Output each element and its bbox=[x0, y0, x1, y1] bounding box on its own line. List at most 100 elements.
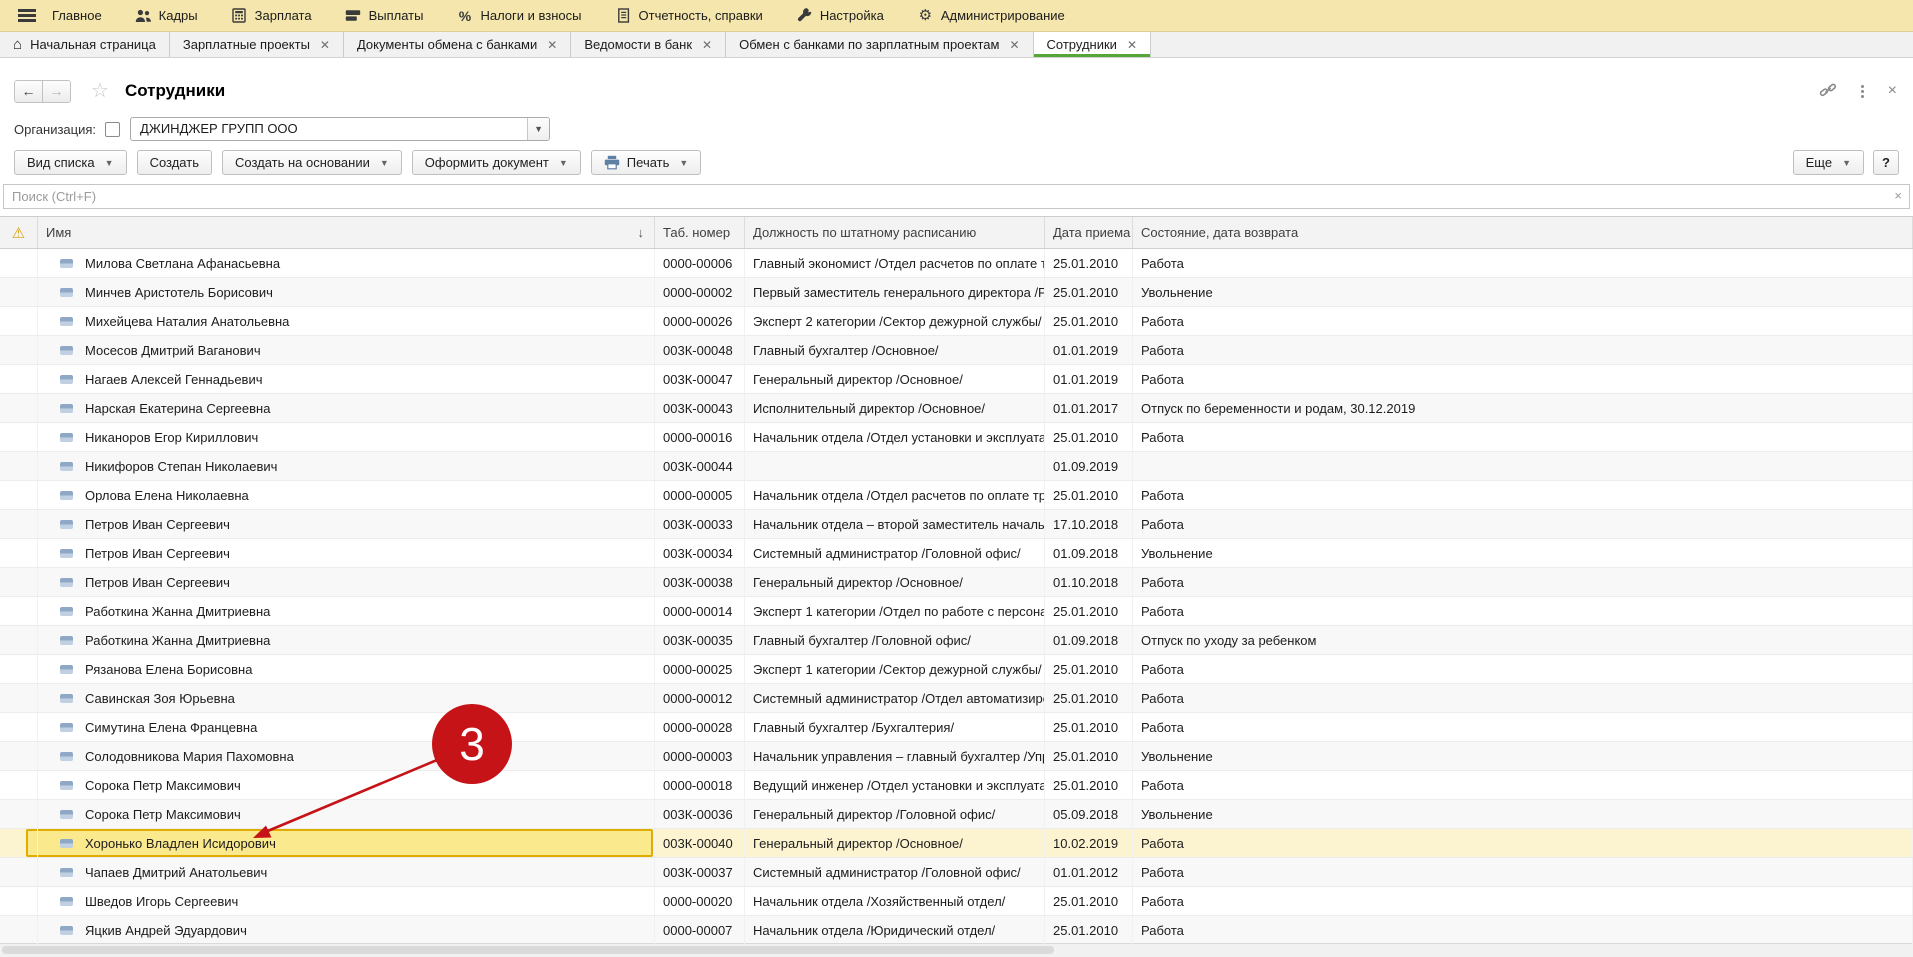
cell-state: Работа bbox=[1133, 829, 1913, 857]
forward-button[interactable]: → bbox=[43, 81, 70, 102]
menu-item-nastroyka[interactable]: Настройка bbox=[796, 8, 884, 24]
more-button[interactable]: Еще▼ bbox=[1793, 150, 1864, 175]
cell-warning bbox=[0, 887, 38, 915]
table-row[interactable]: Чапаев Дмитрий Анатольевич003К-00037Сист… bbox=[0, 858, 1913, 887]
table-row[interactable]: Шведов Игорь Сергеевич0000-00020Начальни… bbox=[0, 887, 1913, 916]
table-row[interactable]: Никифоров Степан Николаевич003К-0004401.… bbox=[0, 452, 1913, 481]
cell-name: Симутина Елена Францевна bbox=[38, 713, 655, 741]
table-row[interactable]: Сорока Петр Максимович003К-00036Генераль… bbox=[0, 800, 1913, 829]
table-row[interactable]: Минчев Аристотель Борисович0000-00002Пер… bbox=[0, 278, 1913, 307]
tab-salary-projects[interactable]: Зарплатные проекты✕ bbox=[170, 32, 344, 57]
print-button[interactable]: Печать▼ bbox=[591, 150, 702, 175]
table-row[interactable]: Никаноров Егор Кириллович0000-00016Начал… bbox=[0, 423, 1913, 452]
search-input[interactable] bbox=[3, 184, 1910, 209]
organization-combobox[interactable]: ДЖИНДЖЕР ГРУПП ООО ▼ bbox=[130, 117, 550, 141]
cell-warning bbox=[0, 626, 38, 654]
table-row[interactable]: Яцкив Андрей Эдуардович0000-00007Начальн… bbox=[0, 916, 1913, 944]
tab-home[interactable]: ⌂Начальная страница bbox=[0, 32, 170, 57]
table-row[interactable]: Петров Иван Сергеевич003К-00033Начальник… bbox=[0, 510, 1913, 539]
tab-close-icon[interactable]: ✕ bbox=[320, 38, 330, 52]
more-actions-icon[interactable] bbox=[1861, 90, 1864, 93]
tab-bank-statements[interactable]: Ведомости в банк ✕ bbox=[571, 32, 726, 57]
table-row[interactable]: Рязанова Елена Борисовна0000-00025Экспер… bbox=[0, 655, 1913, 684]
employee-card-icon bbox=[60, 578, 73, 587]
cell-name: Милова Светлана Афанасьевна bbox=[38, 249, 655, 277]
create-based-on-button[interactable]: Создать на основании▼ bbox=[222, 150, 402, 175]
organization-value: ДЖИНДЖЕР ГРУПП ООО bbox=[131, 118, 527, 140]
cell-name: Рязанова Елена Борисовна bbox=[38, 655, 655, 683]
cell-tab-number: 0000-00002 bbox=[655, 278, 745, 306]
scrollbar-thumb[interactable] bbox=[2, 946, 1054, 954]
table-row[interactable]: Работкина Жанна Дмитриевна0000-00014Эксп… bbox=[0, 597, 1913, 626]
cell-state: Работа bbox=[1133, 771, 1913, 799]
tab-bank-salary-exchange[interactable]: Обмен с банками по зарплатным проектам✕ bbox=[726, 32, 1033, 57]
cell-hire-date: 01.01.2019 bbox=[1045, 336, 1133, 364]
issue-document-button[interactable]: Оформить документ▼ bbox=[412, 150, 581, 175]
column-header-2[interactable]: Таб. номер bbox=[655, 217, 745, 248]
cell-state: Работа bbox=[1133, 336, 1913, 364]
table-row[interactable]: Мосесов Дмитрий Ваганович003К-00048Главн… bbox=[0, 336, 1913, 365]
hamburger-menu-icon[interactable] bbox=[18, 9, 36, 22]
cell-name: Минчев Аристотель Борисович bbox=[38, 278, 655, 306]
get-link-icon[interactable] bbox=[1819, 82, 1837, 101]
column-header-label: Имя bbox=[46, 225, 71, 240]
cell-tab-number: 003К-00037 bbox=[655, 858, 745, 886]
cell-hire-date: 17.10.2018 bbox=[1045, 510, 1133, 538]
help-button[interactable]: ? bbox=[1873, 150, 1899, 175]
cell-tab-number: 003К-00047 bbox=[655, 365, 745, 393]
menu-item-vyplaty[interactable]: Выплаты bbox=[345, 8, 424, 24]
menu-item-nalogi[interactable]: %Налоги и взносы bbox=[456, 8, 581, 24]
cell-hire-date: 01.09.2018 bbox=[1045, 539, 1133, 567]
menu-item-otchetnost[interactable]: Отчетность, справки bbox=[615, 8, 763, 24]
window-icons: × bbox=[1819, 76, 1897, 106]
menu-item-administrirovanie[interactable]: ⚙Администрирование bbox=[917, 8, 1065, 24]
menu-item-kadry[interactable]: Кадры bbox=[135, 8, 198, 24]
menu-item-glavnoe[interactable]: Главное bbox=[52, 8, 102, 23]
table-row[interactable]: Солодовникова Мария Пахомовна0000-00003Н… bbox=[0, 742, 1913, 771]
back-button[interactable]: ← bbox=[15, 81, 43, 102]
table-row[interactable]: Савинская Зоя Юрьевна0000-00012Системный… bbox=[0, 684, 1913, 713]
menu-item-zarplata[interactable]: Зарплата bbox=[231, 8, 312, 24]
view-list-button[interactable]: Вид списка▼ bbox=[14, 150, 127, 175]
table-row[interactable]: Работкина Жанна Дмитриевна003К-00035Глав… bbox=[0, 626, 1913, 655]
column-header-warning[interactable]: ⚠ bbox=[0, 217, 38, 248]
table-row[interactable]: Петров Иван Сергеевич003К-00038Генеральн… bbox=[0, 568, 1913, 597]
column-header-1[interactable]: Имя↓ bbox=[38, 217, 655, 248]
chevron-down-icon: ▼ bbox=[105, 158, 114, 168]
tab-employees[interactable]: Сотрудники✕ bbox=[1034, 32, 1151, 57]
tab-close-icon[interactable]: ✕ bbox=[1009, 38, 1019, 52]
employee-card-icon bbox=[60, 810, 73, 819]
tab-close-icon[interactable]: ✕ bbox=[702, 38, 712, 52]
chevron-down-icon: ▼ bbox=[1842, 158, 1851, 168]
cell-state: Увольнение bbox=[1133, 539, 1913, 567]
table-row[interactable]: Сорока Петр Максимович0000-00018Ведущий … bbox=[0, 771, 1913, 800]
chevron-down-icon[interactable]: ▼ bbox=[527, 118, 549, 140]
cell-hire-date: 25.01.2010 bbox=[1045, 423, 1133, 451]
cell-name: Никифоров Степан Николаевич bbox=[38, 452, 655, 480]
organization-filter-row: Организация: ДЖИНДЖЕР ГРУПП ООО ▼ bbox=[0, 116, 1913, 142]
tab-close-icon[interactable]: ✕ bbox=[1127, 38, 1137, 52]
table-row[interactable]: Михейцева Наталия Анатольевна0000-00026Э… bbox=[0, 307, 1913, 336]
organization-checkbox[interactable] bbox=[105, 122, 120, 137]
tab-bank-exchange-docs[interactable]: Документы обмена с банками✕ bbox=[344, 32, 571, 57]
table-row[interactable]: Нагаев Алексей Геннадьевич003К-00047Гене… bbox=[0, 365, 1913, 394]
table-row[interactable]: Нарская Екатерина Сергеевна003К-00043Исп… bbox=[0, 394, 1913, 423]
column-header-5[interactable]: Состояние, дата возврата bbox=[1133, 217, 1913, 248]
table-row[interactable]: Симутина Елена Францевна0000-00028Главны… bbox=[0, 713, 1913, 742]
column-header-4[interactable]: Дата приема bbox=[1045, 217, 1133, 248]
column-header-3[interactable]: Должность по штатному расписанию bbox=[745, 217, 1045, 248]
table-row-selected[interactable]: Хоронько Владлен Исидорович003К-00040Ген… bbox=[0, 829, 1913, 858]
employee-name: Чапаев Дмитрий Анатольевич bbox=[85, 865, 267, 880]
table-row[interactable]: Орлова Елена Николаевна0000-00005Начальн… bbox=[0, 481, 1913, 510]
search-clear-icon[interactable]: × bbox=[1894, 188, 1902, 203]
tab-close-icon[interactable]: ✕ bbox=[547, 38, 557, 52]
table-row[interactable]: Петров Иван Сергеевич003К-00034Системный… bbox=[0, 539, 1913, 568]
table-row[interactable]: Милова Светлана Афанасьевна0000-00006Гла… bbox=[0, 249, 1913, 278]
close-window-icon[interactable]: × bbox=[1888, 82, 1897, 100]
horizontal-scrollbar[interactable] bbox=[0, 943, 1913, 957]
cell-name: Савинская Зоя Юрьевна bbox=[38, 684, 655, 712]
cell-position: Эксперт 1 категории /Отдел по работе с п… bbox=[745, 597, 1045, 625]
favorite-star-icon[interactable]: ☆ bbox=[91, 81, 109, 101]
create-button[interactable]: Создать bbox=[137, 150, 212, 175]
tab-label: Ведомости в банк bbox=[584, 37, 692, 52]
